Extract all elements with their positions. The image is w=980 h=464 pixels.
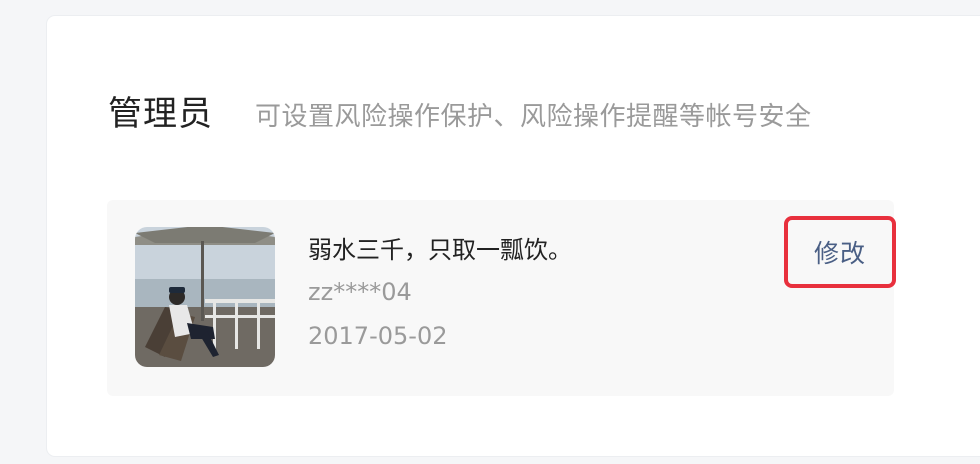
section-header: 管理员 可设置风险操作保护、风险操作提醒等帐号安全 bbox=[108, 86, 812, 135]
modify-button[interactable]: 修改 bbox=[784, 216, 896, 288]
page-subtitle: 可设置风险操作保护、风险操作提醒等帐号安全 bbox=[255, 102, 812, 132]
page-title: 管理员 bbox=[108, 94, 213, 134]
admin-info: 弱水三千，只取一瓢饮。 zz****04 2017-05-02 bbox=[308, 230, 572, 358]
modify-button-label: 修改 bbox=[813, 239, 866, 268]
admin-account: zz****04 bbox=[308, 278, 412, 306]
admin-date: 2017-05-02 bbox=[308, 322, 448, 350]
avatar bbox=[135, 227, 275, 367]
admin-nickname: 弱水三千，只取一瓢饮。 bbox=[308, 236, 572, 264]
avatar-photo bbox=[135, 227, 275, 367]
admin-panel: 弱水三千，只取一瓢饮。 zz****04 2017-05-02 修改 bbox=[107, 200, 896, 396]
